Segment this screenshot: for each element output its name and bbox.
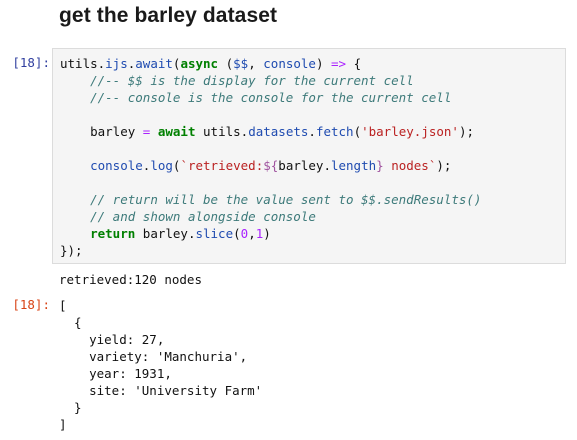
code-token: barley (90, 124, 143, 139)
code-token: datasets (248, 124, 309, 139)
code-token: ); (436, 158, 452, 173)
result-output: [ { yield: 27, variety: 'Manchuria', yea… (59, 298, 263, 432)
code-token: console (263, 56, 316, 71)
code-token: $$ (233, 56, 249, 71)
code-token: log (150, 158, 173, 173)
code-token: => (331, 56, 347, 71)
code-cell-input[interactable]: utils.ijs.await(async ($$, console) => {… (52, 48, 566, 264)
code-token: nodes` (383, 158, 437, 173)
code-editor[interactable]: utils.ijs.await(async ($$, console) => {… (60, 55, 481, 259)
code-token: , (248, 226, 256, 241)
code-token: async (180, 56, 219, 71)
code-comment: //-- console is the console for the curr… (90, 90, 452, 105)
code-token: utils. (60, 56, 106, 71)
code-token: { (346, 56, 362, 71)
cell-heading: get the barley dataset (59, 4, 278, 27)
code-token: console (90, 158, 143, 173)
code-token: ( (218, 56, 234, 71)
code-token: await (135, 56, 173, 71)
code-token: barley. (278, 158, 331, 173)
code-token: ( (353, 124, 362, 139)
code-token: await (157, 124, 196, 139)
code-token: , (248, 56, 264, 71)
code-token: ijs (105, 56, 128, 71)
code-token: return (90, 226, 136, 241)
code-token: slice (195, 226, 234, 241)
code-token: ) (263, 226, 271, 241)
console-output: retrieved:120 nodes (59, 272, 202, 287)
code-token: ( (233, 226, 241, 241)
code-token: `retrieved: (180, 158, 264, 173)
code-token: . (308, 124, 316, 139)
code-token: } (376, 158, 384, 173)
code-token: ) (315, 56, 332, 71)
code-token: fetch (315, 124, 354, 139)
code-token: barley. (135, 226, 196, 241)
code-comment: //-- $$ is the display for the current c… (90, 73, 414, 88)
code-token: utils. (195, 124, 249, 139)
code-token: }); (60, 243, 83, 258)
input-prompt: [18]: (12, 55, 50, 70)
code-token: ${ (263, 158, 279, 173)
code-token: length (330, 158, 377, 173)
output-prompt: [18]: (12, 297, 50, 312)
code-comment: // return will be the value sent to $$.s… (90, 192, 482, 207)
code-comment: // and shown alongside console (90, 209, 316, 224)
code-token: 'barley.json' (361, 124, 459, 139)
code-token: ); (458, 124, 475, 139)
